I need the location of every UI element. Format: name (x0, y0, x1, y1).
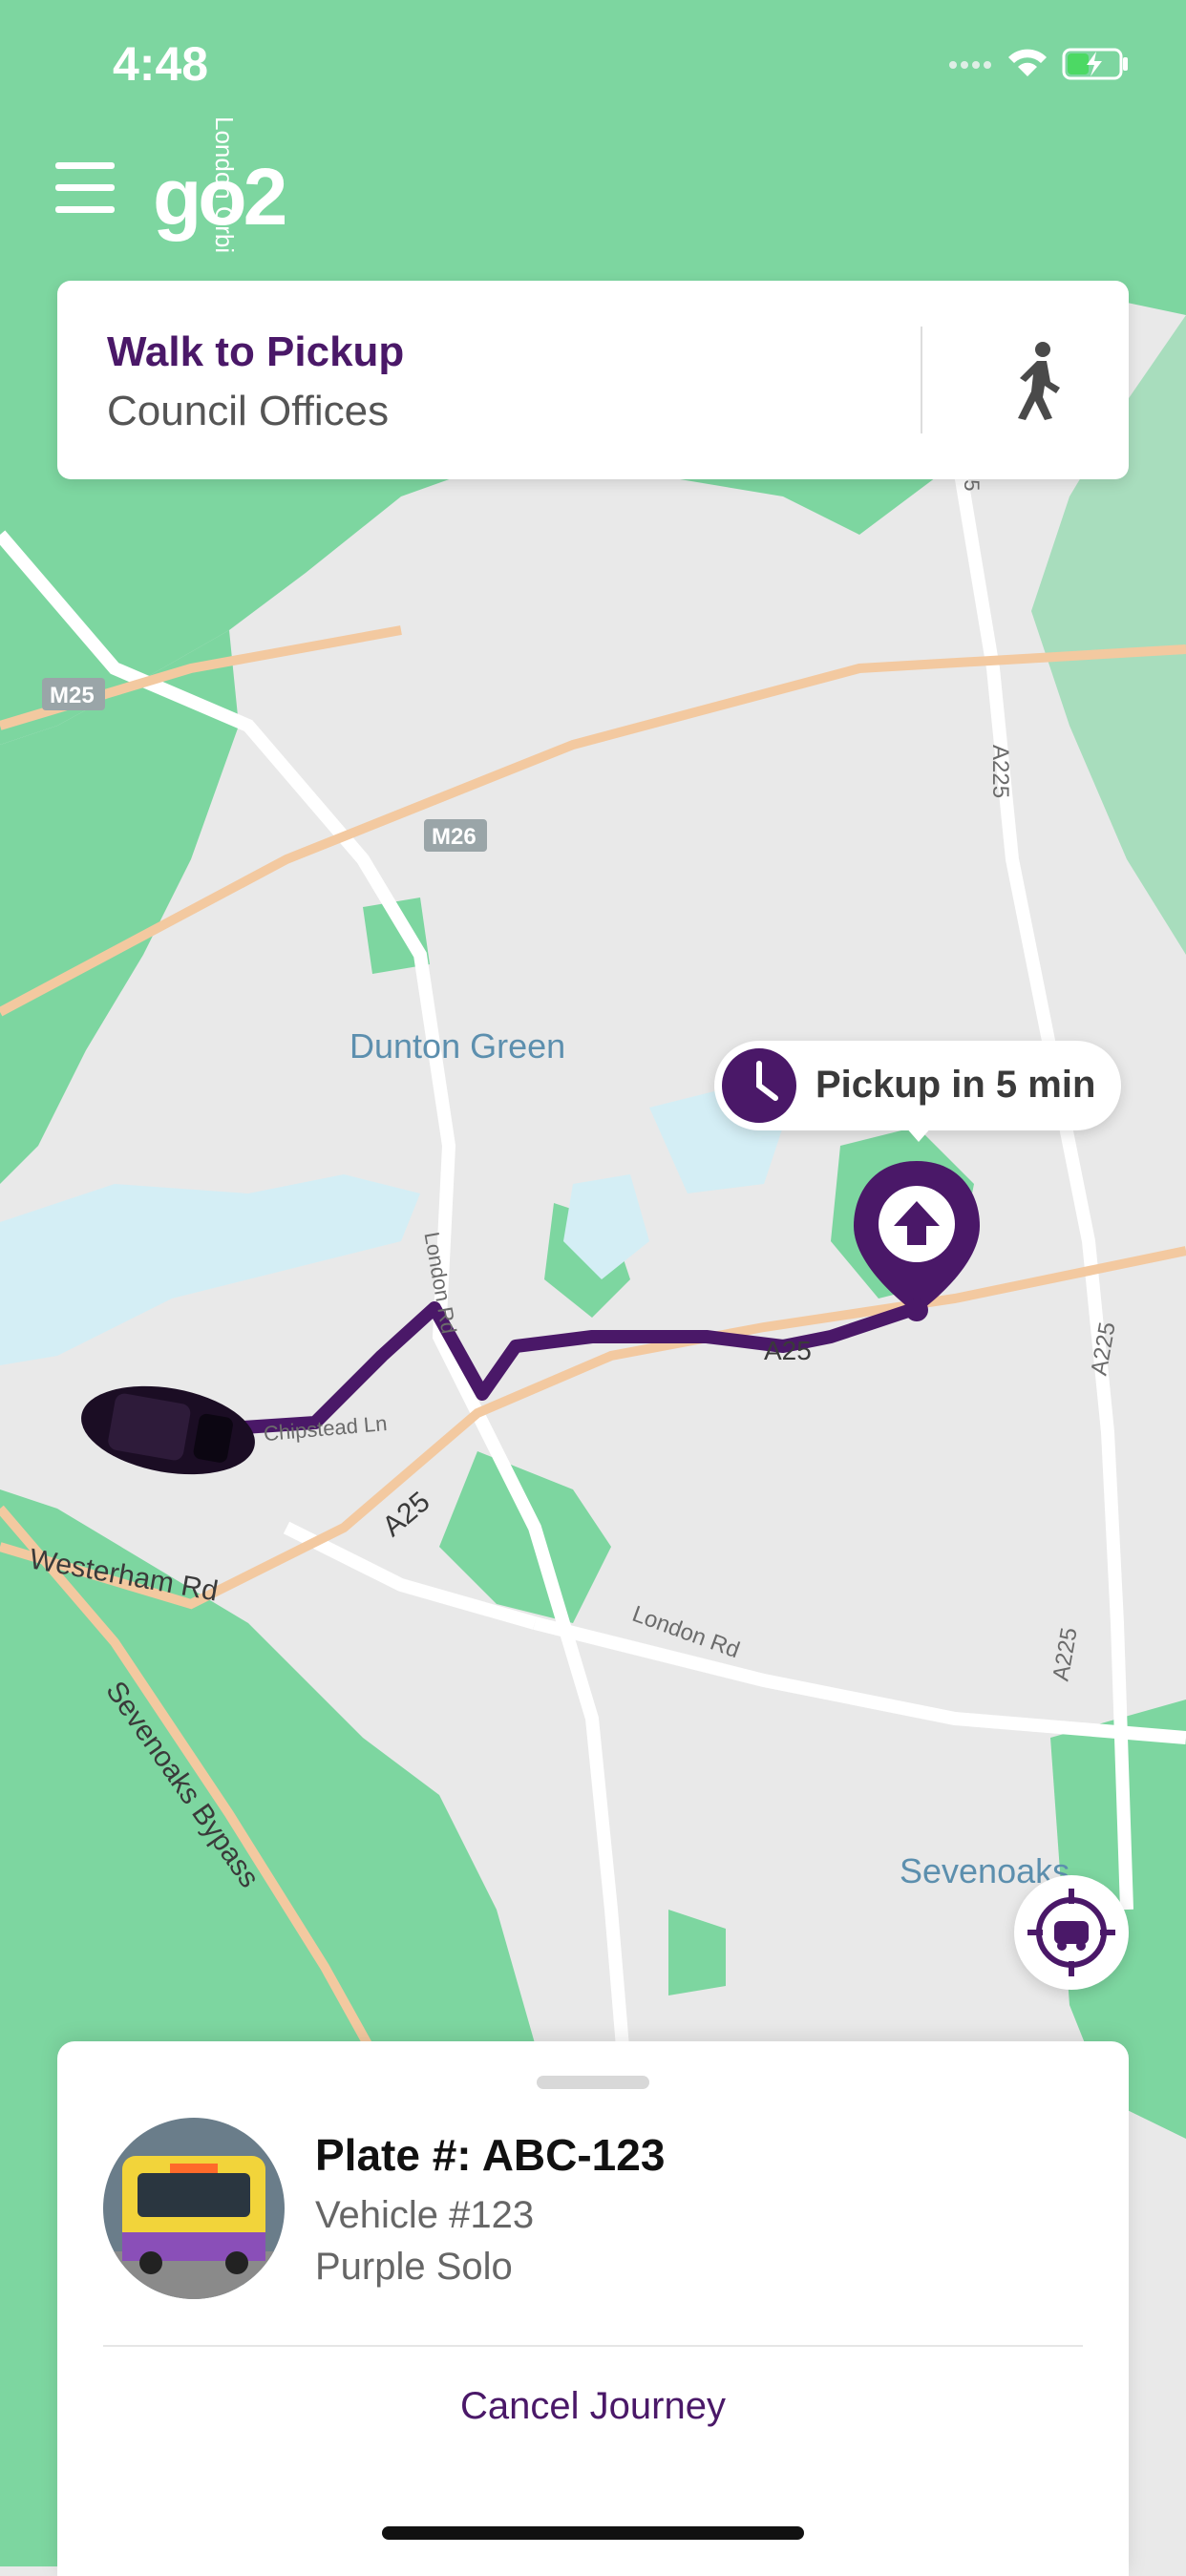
battery-icon (1062, 48, 1128, 80)
home-indicator (382, 2526, 804, 2540)
crosshair-car-icon (1027, 1889, 1115, 1976)
pickup-eta-text: Pickup in 5 min (815, 1064, 1096, 1106)
sheet-divider (103, 2345, 1083, 2347)
walk-to-pickup-card[interactable]: Walk to Pickup Council Offices (57, 281, 1129, 479)
status-icons (949, 48, 1128, 80)
vehicle-name: Purple Solo (315, 2246, 513, 2288)
map-label-m25: M25 (50, 683, 95, 708)
menu-button[interactable] (55, 162, 115, 214)
vehicle-plate: Plate #: ABC-123 (315, 2130, 666, 2180)
map-label-dunton-green: Dunton Green (349, 1026, 565, 1066)
clock-icon (722, 1048, 796, 1123)
hamburger-line (55, 184, 115, 191)
walk-card-title: Walk to Pickup (107, 328, 405, 375)
map-label-a225-north: A225 (987, 745, 1013, 798)
map-label-m26: M26 (432, 824, 477, 850)
cancel-journey-button[interactable]: Cancel Journey (57, 2385, 1129, 2452)
hamburger-line (55, 162, 115, 169)
top-bar: go2 (0, 143, 1186, 248)
walking-person-icon (1018, 342, 1060, 420)
vehicle-bottom-sheet: Plate #: ABC-123 Vehicle #123 Purple Sol… (57, 2041, 1129, 2576)
map-label-a25-route: A25 (764, 1336, 812, 1365)
hamburger-line (55, 206, 115, 213)
bubble-tail (905, 1127, 932, 1142)
vehicle-number: Vehicle #123 (315, 2194, 535, 2236)
locate-vehicle-button[interactable] (1014, 1875, 1129, 1990)
wifi-icon (1008, 49, 1047, 76)
pickup-eta-bubble: Pickup in 5 min (714, 1041, 1121, 1142)
sheet-grabber[interactable] (537, 2076, 649, 2089)
vehicle-photo (103, 2118, 285, 2299)
walk-card-divider (921, 327, 922, 433)
signal-icon (949, 61, 991, 69)
app-logo: go2 (153, 152, 287, 242)
walk-card-subtitle: Council Offices (107, 388, 390, 434)
status-bar: 4:48 (0, 0, 1186, 124)
status-time: 4:48 (113, 37, 209, 91)
